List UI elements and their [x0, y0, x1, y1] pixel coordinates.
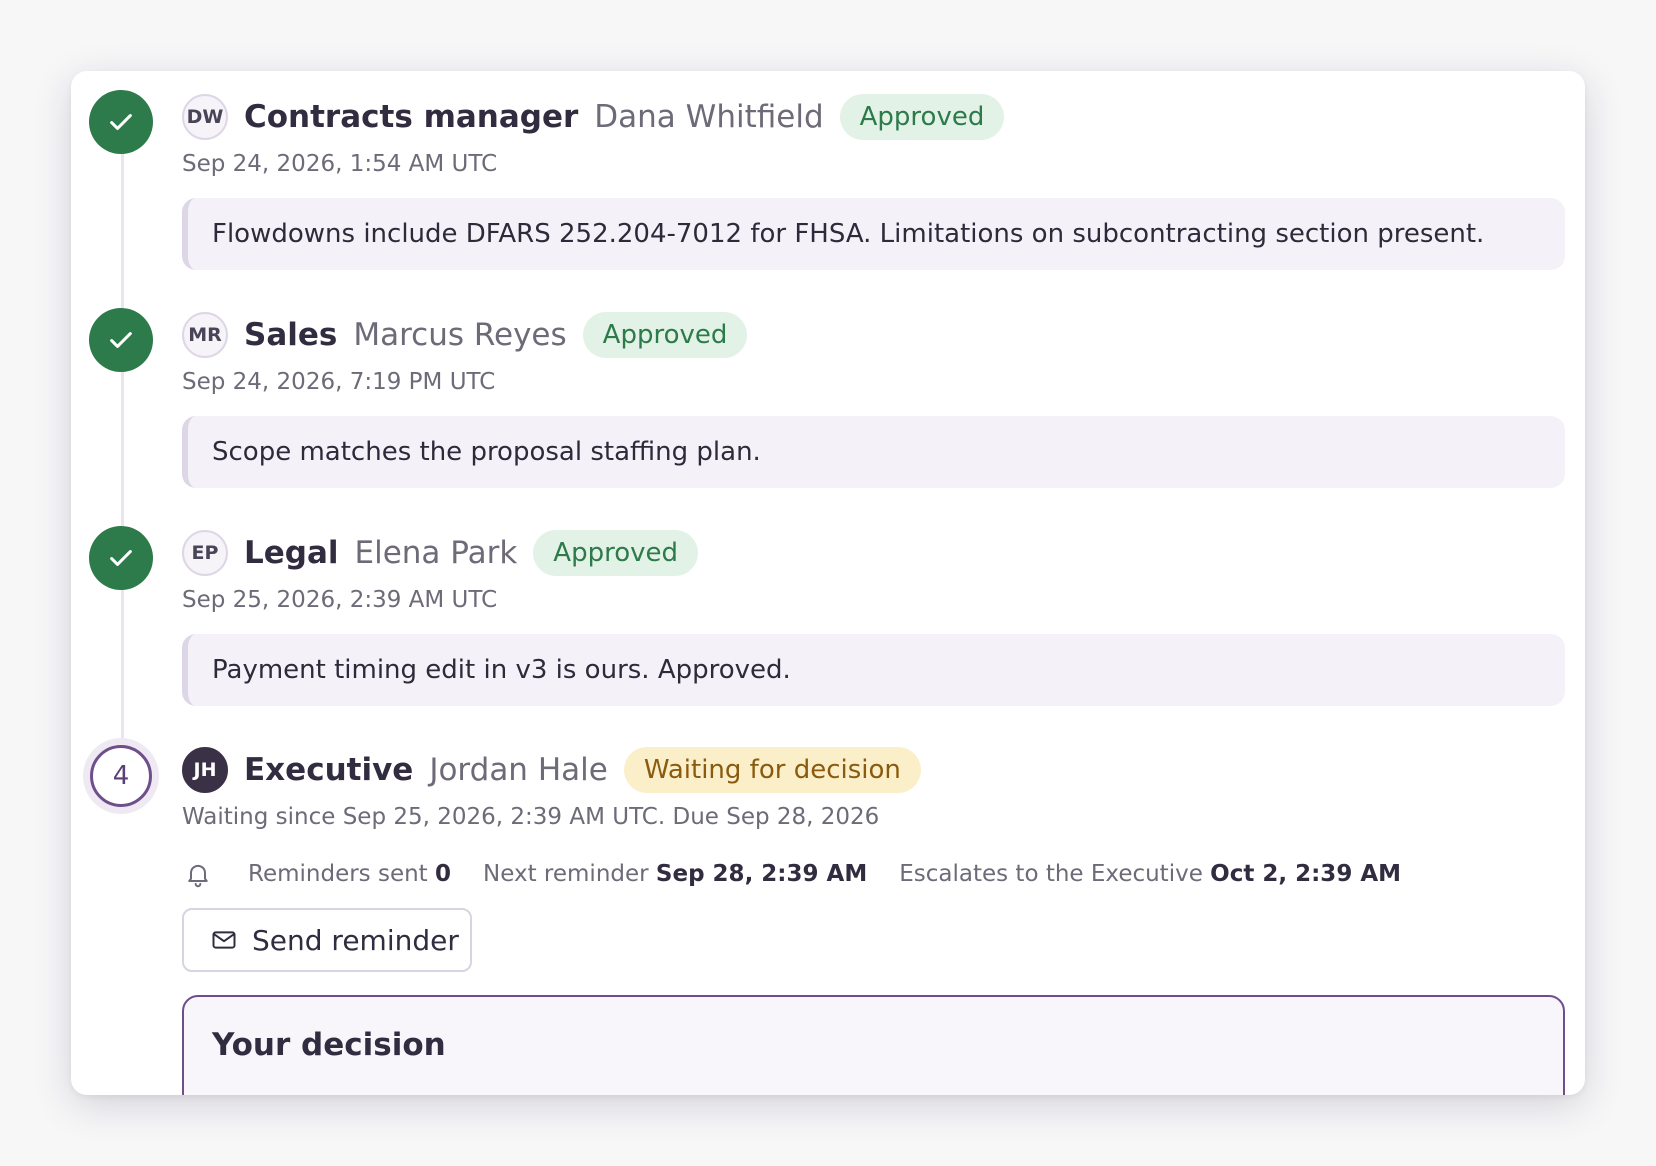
- reminder-info: Reminders sent 0 Next reminder Sep 28, 2…: [182, 859, 1433, 889]
- step-number: 4: [90, 745, 152, 807]
- next-reminder-value: Sep 28, 2:39 AM: [655, 861, 868, 887]
- send-reminder-button[interactable]: Send reminder: [182, 908, 472, 972]
- mail-icon: [212, 931, 236, 949]
- avatar: EP: [182, 530, 228, 576]
- step-timestamp: Sep 24, 2026, 7:19 PM UTC: [182, 369, 496, 395]
- reminders-sent: Reminders sent 0: [248, 861, 451, 887]
- step-role: Legal: [244, 535, 339, 571]
- reminders-sent-count: 0: [435, 861, 452, 887]
- step-timestamp: Sep 24, 2026, 1:54 AM UTC: [182, 151, 498, 177]
- step-role: Sales: [244, 317, 338, 353]
- reminders-sent-label: Reminders sent: [248, 861, 428, 887]
- step-timestamp: Sep 25, 2026, 2:39 AM UTC: [182, 587, 498, 613]
- next-reminder-label: Next reminder: [483, 861, 649, 887]
- escalation-label: Escalates to the Executive: [899, 861, 1203, 887]
- step-complete-marker: [89, 90, 153, 154]
- step-header: MR Sales Marcus Reyes Approved: [182, 312, 748, 358]
- status-badge: Approved: [839, 94, 1005, 140]
- step-comment: Scope matches the proposal staffing plan…: [182, 416, 1565, 488]
- status-badge: Approved: [582, 312, 748, 358]
- step-header: DW Contracts manager Dana Whitfield Appr…: [182, 94, 1005, 140]
- avatar: MR: [182, 312, 228, 358]
- step-complete-marker: [89, 526, 153, 590]
- approval-timeline-card: DW Contracts manager Dana Whitfield Appr…: [71, 71, 1585, 1095]
- step-comment: Payment timing edit in v3 is ours. Appro…: [182, 634, 1565, 706]
- timeline-rail: [121, 151, 124, 791]
- step-person: Marcus Reyes: [353, 317, 567, 353]
- avatar: DW: [182, 94, 228, 140]
- status-badge: Approved: [533, 530, 698, 576]
- bell-icon: [188, 864, 208, 888]
- step-header: JH Executive Jordan Hale Waiting for dec…: [182, 747, 921, 793]
- step-person: Elena Park: [354, 535, 518, 571]
- waiting-since-text: Waiting since Sep 25, 2026, 2:39 AM UTC.…: [182, 804, 880, 830]
- send-reminder-label: Send reminder: [252, 923, 459, 957]
- escalation: Escalates to the Executive Oct 2, 2:39 A…: [899, 861, 1401, 887]
- step-complete-marker: [89, 308, 153, 372]
- check-icon: [110, 114, 132, 130]
- step-person: Jordan Hale: [429, 752, 608, 788]
- status-badge: Waiting for decision: [623, 747, 921, 793]
- step-header: EP Legal Elena Park Approved: [182, 530, 698, 576]
- decision-title: Your decision: [212, 1027, 446, 1063]
- step-comment: Flowdowns include DFARS 252.204-7012 for…: [182, 198, 1565, 270]
- escalation-value: Oct 2, 2:39 AM: [1210, 861, 1402, 887]
- step-current-marker: 4: [83, 738, 159, 814]
- check-icon: [110, 550, 132, 566]
- step-person: Dana Whitfield: [594, 99, 824, 135]
- decision-panel: Your decision: [182, 995, 1565, 1095]
- avatar: JH: [182, 747, 228, 793]
- step-role: Contracts manager: [244, 99, 579, 135]
- step-role: Executive: [244, 752, 414, 788]
- check-icon: [110, 332, 132, 348]
- next-reminder: Next reminder Sep 28, 2:39 AM: [483, 861, 867, 887]
